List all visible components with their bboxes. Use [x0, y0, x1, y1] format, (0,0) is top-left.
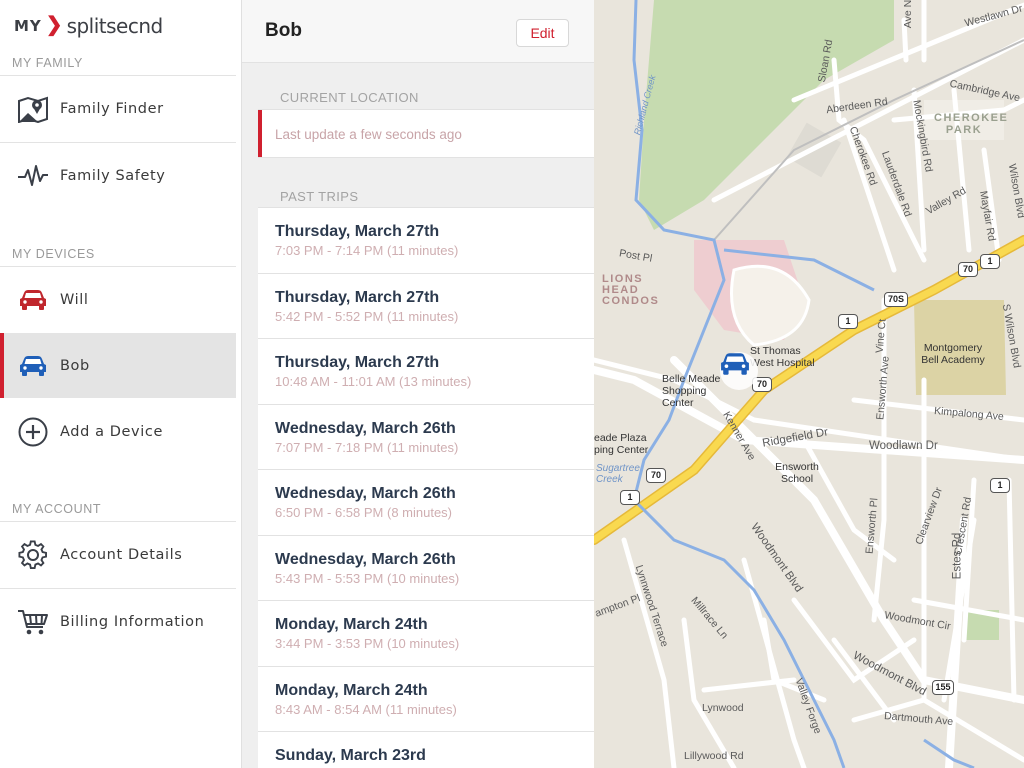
sidebar-item-will[interactable]: Will: [0, 267, 236, 332]
map-label: Ave N: [902, 0, 915, 29]
vehicle-location-marker[interactable]: [720, 352, 758, 390]
map-label: Lynwood: [702, 702, 744, 714]
map-label: Ensworth School: [775, 461, 819, 485]
sidebar-item-label: Will: [60, 291, 89, 308]
sidebar-item-label: Bob: [60, 357, 90, 374]
sidebar-item-bob[interactable]: Bob: [0, 333, 236, 398]
device-detail-panel: Bob Edit CURRENT LOCATION Last update a …: [242, 0, 594, 768]
route-shield: 70S: [884, 292, 908, 307]
trip-time-range: 7:03 PM - 7:14 PM (11 minutes): [275, 243, 459, 258]
logo-chevron-icon: ❯: [45, 14, 63, 36]
map-view[interactable]: Westlawn Dr Cambridge Ave Aberdeen Rd CH…: [594, 0, 1024, 768]
map-label: Woodlawn Dr: [869, 440, 938, 452]
app-logo[interactable]: MY ❯ splitsecnd: [14, 12, 163, 40]
route-shield: 1: [990, 478, 1010, 493]
map-label: CHEROKEE PARK: [934, 112, 1009, 136]
section-label-my-devices: MY DEVICES: [12, 247, 95, 261]
sidebar-item-family-safety[interactable]: Family Safety: [0, 143, 236, 208]
sidebar-item-label: Account Details: [60, 546, 183, 563]
trip-date: Thursday, March 27th: [275, 223, 440, 240]
trip-date: Monday, March 24th: [275, 616, 428, 633]
gear-icon: [16, 539, 50, 570]
heartbeat-icon: [16, 161, 50, 191]
trip-date: Sunday, March 23rd: [275, 747, 426, 764]
past-trips-label: PAST TRIPS: [280, 189, 359, 204]
trip-row[interactable]: Wednesday, March 26th 5:43 PM - 5:53 PM (…: [258, 534, 594, 600]
trip-time-range: 3:44 PM - 3:53 PM (10 minutes): [275, 636, 460, 651]
car-icon: [16, 351, 50, 381]
sidebar-item-label: Family Safety: [60, 167, 166, 184]
logo-brand: splitsecnd: [66, 14, 164, 38]
trip-row[interactable]: Wednesday, March 26th 7:07 PM - 7:18 PM (…: [258, 403, 594, 469]
map-label: Montgomery Bell Academy: [921, 342, 985, 366]
trip-time-range: 6:50 PM - 6:58 PM (8 minutes): [275, 505, 453, 520]
trip-row[interactable]: Thursday, March 27th 7:03 PM - 7:14 PM (1…: [258, 207, 594, 273]
trip-date: Wednesday, March 26th: [275, 550, 456, 568]
logo-my: MY: [14, 17, 42, 35]
trip-date: Wednesday, March 26th: [275, 485, 456, 502]
plus-circle-icon: [16, 417, 50, 447]
route-shield: 70: [646, 468, 666, 483]
map-label: St Thomas West Hospital: [750, 345, 815, 369]
car-icon: [16, 285, 50, 315]
trip-list: Thursday, March 27th 7:03 PM - 7:14 PM (1…: [258, 207, 594, 768]
map-label: eade Plaza ping Center: [594, 432, 649, 456]
sidebar-item-account-details[interactable]: Account Details: [0, 522, 236, 587]
trip-row[interactable]: Monday, March 24th 3:44 PM - 3:53 PM (10 …: [258, 600, 594, 666]
edit-button[interactable]: Edit: [516, 19, 569, 47]
map-label: Lillywood Rd: [684, 750, 744, 762]
add-device-button[interactable]: Add a Device: [0, 399, 236, 464]
sidebar-item-label: Billing Information: [60, 613, 205, 630]
cart-icon: [16, 607, 50, 637]
trip-time-range: 5:43 PM - 5:53 PM (10 minutes): [275, 570, 460, 586]
route-shield: 1: [620, 490, 640, 505]
route-shield: 1: [980, 254, 1000, 269]
trip-date: Thursday, March 27th: [275, 354, 440, 371]
trip-row[interactable]: Wednesday, March 26th 6:50 PM - 6:58 PM (…: [258, 469, 594, 535]
trip-time-range: 5:42 PM - 5:52 PM (11 minutes): [275, 308, 459, 324]
sidebar-item-label: Family Finder: [60, 100, 164, 117]
map-pin-icon: [16, 94, 50, 124]
section-label-my-account: MY ACCOUNT: [12, 502, 102, 516]
sidebar-item-label: Add a Device: [60, 423, 163, 440]
route-shield: 70: [958, 262, 978, 277]
trip-row[interactable]: Thursday, March 27th 5:42 PM - 5:52 PM (1…: [258, 272, 594, 338]
trip-date: Wednesday, March 26th: [275, 419, 456, 437]
trip-date: Monday, March 24th: [275, 681, 428, 699]
route-shield: 1: [838, 314, 858, 329]
last-update-text: Last update a few seconds ago: [275, 127, 462, 142]
trip-row[interactable]: Thursday, March 27th 10:48 AM - 11:01 AM …: [258, 338, 594, 404]
map-label: LIONS HEAD CONDOS: [602, 273, 660, 307]
route-shield: 155: [932, 680, 954, 695]
panel-header: Bob Edit: [242, 0, 594, 63]
trip-date: Thursday, March 27th: [275, 288, 440, 306]
current-location-label: CURRENT LOCATION: [280, 90, 419, 105]
sidebar-item-billing-information[interactable]: Billing Information: [0, 589, 236, 654]
trip-row[interactable]: Sunday, March 23rd: [258, 731, 594, 768]
trip-row[interactable]: Monday, March 24th 8:43 AM - 8:54 AM (11 …: [258, 665, 594, 731]
map-label: Sugartree Creek: [596, 463, 640, 485]
current-location-card[interactable]: Last update a few seconds ago: [258, 109, 594, 158]
sidebar: MY ❯ splitsecnd MY FAMILY Family Finder …: [0, 0, 242, 768]
trip-time-range: 10:48 AM - 11:01 AM (13 minutes): [275, 374, 472, 389]
trip-time-range: 7:07 PM - 7:18 PM (11 minutes): [275, 439, 459, 455]
sidebar-item-family-finder[interactable]: Family Finder: [0, 76, 236, 141]
section-label-my-family: MY FAMILY: [12, 56, 83, 70]
page-title: Bob: [265, 20, 302, 41]
trip-time-range: 8:43 AM - 8:54 AM (11 minutes): [275, 701, 457, 717]
